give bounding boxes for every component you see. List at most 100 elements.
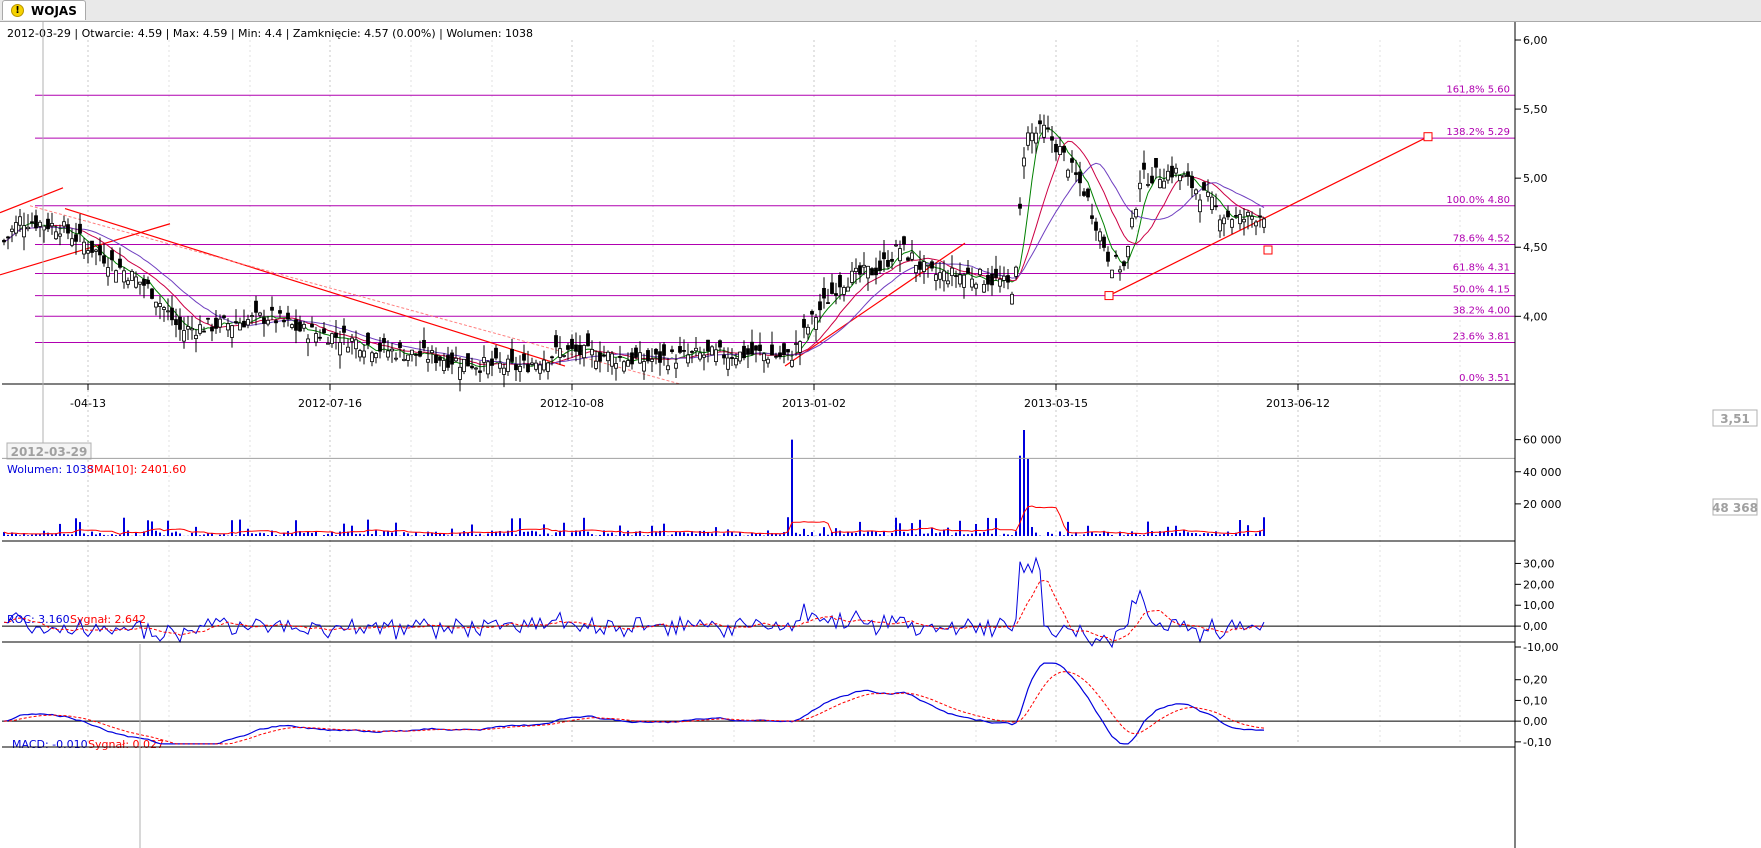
volume-bar bbox=[415, 532, 417, 536]
candle-body bbox=[98, 245, 102, 256]
volume-bar bbox=[1007, 534, 1009, 536]
candle-body bbox=[1134, 209, 1138, 218]
candle-body bbox=[394, 357, 398, 360]
volume-bar bbox=[791, 439, 793, 536]
candle-body bbox=[242, 320, 246, 328]
candle-body bbox=[1170, 165, 1174, 178]
candle-body bbox=[1258, 215, 1262, 218]
candle-body bbox=[1074, 172, 1078, 175]
candle-body bbox=[582, 344, 586, 359]
candle-body bbox=[286, 312, 290, 320]
volume-tick-label: 60 000 bbox=[1523, 434, 1562, 447]
volume-bar bbox=[747, 535, 749, 536]
candle-body bbox=[306, 338, 310, 344]
volume-bar bbox=[611, 532, 613, 536]
candle-body bbox=[622, 361, 626, 372]
volume-bar bbox=[547, 533, 549, 536]
volume-bar bbox=[583, 517, 585, 536]
volume-bar bbox=[163, 535, 165, 536]
roc-panel[interactable]: ROC: 3.160 Sygnał: 2.642 30,0020,0010,00… bbox=[2, 556, 1558, 654]
candle-body bbox=[1042, 124, 1046, 138]
stock-chart[interactable]: 0.0% 3.51 23.6% 3.81 38.2% 4.00 50.0% 4.15 6… bbox=[0, 22, 1761, 848]
candle-body bbox=[1050, 136, 1054, 141]
candle-body bbox=[1002, 275, 1006, 281]
volume-bar bbox=[927, 533, 929, 536]
candle-body bbox=[722, 354, 726, 359]
fibonacci-level-label: 78.6% 4.52 bbox=[1453, 233, 1510, 244]
candle-body bbox=[1118, 269, 1122, 273]
volume-bar bbox=[79, 522, 81, 536]
candle-body bbox=[658, 351, 662, 363]
candle-body bbox=[270, 306, 274, 311]
tab-wojas[interactable]: ! WOJAS bbox=[2, 0, 86, 20]
macd-line bbox=[3, 662, 1265, 745]
candle-body bbox=[974, 283, 978, 289]
volume-bar bbox=[463, 531, 465, 536]
candle-body bbox=[770, 344, 774, 356]
volume-bar bbox=[515, 534, 517, 536]
candle-body bbox=[1086, 188, 1090, 198]
tab-bar: ! WOJAS bbox=[0, 0, 1761, 22]
candle-body bbox=[210, 326, 214, 332]
candle-body bbox=[178, 316, 182, 330]
candle-body bbox=[1026, 132, 1030, 146]
volume-bar bbox=[1223, 533, 1225, 536]
volume-bar bbox=[811, 532, 813, 536]
candle-body bbox=[962, 274, 966, 288]
macd-tick-label: 0,10 bbox=[1523, 694, 1548, 707]
candle-body bbox=[566, 345, 570, 350]
volume-bar bbox=[403, 532, 405, 536]
date-tick-label: 2013-03-15 bbox=[1024, 397, 1088, 410]
volume-bar bbox=[491, 530, 493, 536]
fibonacci-level-label: 161,8% 5.60 bbox=[1446, 84, 1510, 95]
price-axis: 6,00 5,50 5,00 4,50 4,00 bbox=[1515, 34, 1548, 323]
candle-body bbox=[390, 348, 394, 352]
volume-bar bbox=[1003, 533, 1005, 536]
candle-body bbox=[574, 344, 578, 352]
volume-bar bbox=[355, 534, 357, 536]
candle-body bbox=[294, 319, 298, 331]
candle-body bbox=[350, 337, 354, 342]
candle-body bbox=[842, 287, 846, 295]
volume-bar bbox=[395, 522, 397, 536]
volume-bar bbox=[1063, 535, 1065, 536]
fibonacci-level-label: 0.0% 3.51 bbox=[1459, 373, 1510, 384]
volume-bar bbox=[1155, 534, 1157, 536]
candle-body bbox=[738, 351, 742, 362]
volume-bar bbox=[995, 518, 997, 536]
candle-body bbox=[602, 354, 606, 357]
roc-label: ROC: 3.160 bbox=[7, 613, 70, 626]
candle-body bbox=[58, 233, 62, 237]
candle-body bbox=[370, 352, 374, 363]
price-info-bar: 2012-03-29 | Otwarcie: 4.59 | Max: 4.59 … bbox=[7, 27, 533, 40]
candle-body bbox=[110, 250, 114, 261]
candle-body bbox=[34, 215, 38, 229]
candle-body bbox=[54, 231, 58, 240]
volume-bar bbox=[83, 533, 85, 536]
roc-tick-label: 30,00 bbox=[1523, 557, 1555, 570]
volume-bar bbox=[1123, 535, 1125, 536]
candle-body bbox=[1238, 214, 1242, 225]
candle-body bbox=[458, 366, 462, 380]
candle-body bbox=[774, 355, 778, 358]
volume-panel[interactable]: Wolumen: 1038 SMA[10]: 2401.60 60 000 40 … bbox=[2, 430, 1758, 536]
cursor-date-label: 2012-03-29 bbox=[11, 445, 88, 459]
candle-body bbox=[758, 344, 762, 352]
volume-bar bbox=[471, 524, 473, 536]
candle-body bbox=[1186, 171, 1190, 177]
candle-body bbox=[1022, 157, 1026, 167]
volume-bar bbox=[967, 534, 969, 536]
fibonacci-levels: 0.0% 3.51 23.6% 3.81 38.2% 4.00 50.0% 4.15 6… bbox=[35, 84, 1515, 385]
volume-bar bbox=[1143, 534, 1145, 536]
macd-panel[interactable]: MACD: -0.010 Sygnał: 0.027 0,20 0,10 0,00 -… bbox=[2, 662, 1551, 751]
volume-bar bbox=[203, 534, 205, 536]
candle-body bbox=[82, 241, 86, 255]
volume-bar bbox=[1207, 533, 1209, 536]
volume-bar bbox=[27, 535, 29, 536]
volume-bar bbox=[1059, 531, 1061, 536]
price-panel[interactable]: 0.0% 3.51 23.6% 3.81 38.2% 4.00 50.0% 4.15 6… bbox=[0, 27, 1758, 460]
candle-body bbox=[618, 356, 622, 358]
candle-body bbox=[826, 302, 830, 304]
volume-bar bbox=[991, 533, 993, 536]
candle-body bbox=[522, 353, 526, 361]
